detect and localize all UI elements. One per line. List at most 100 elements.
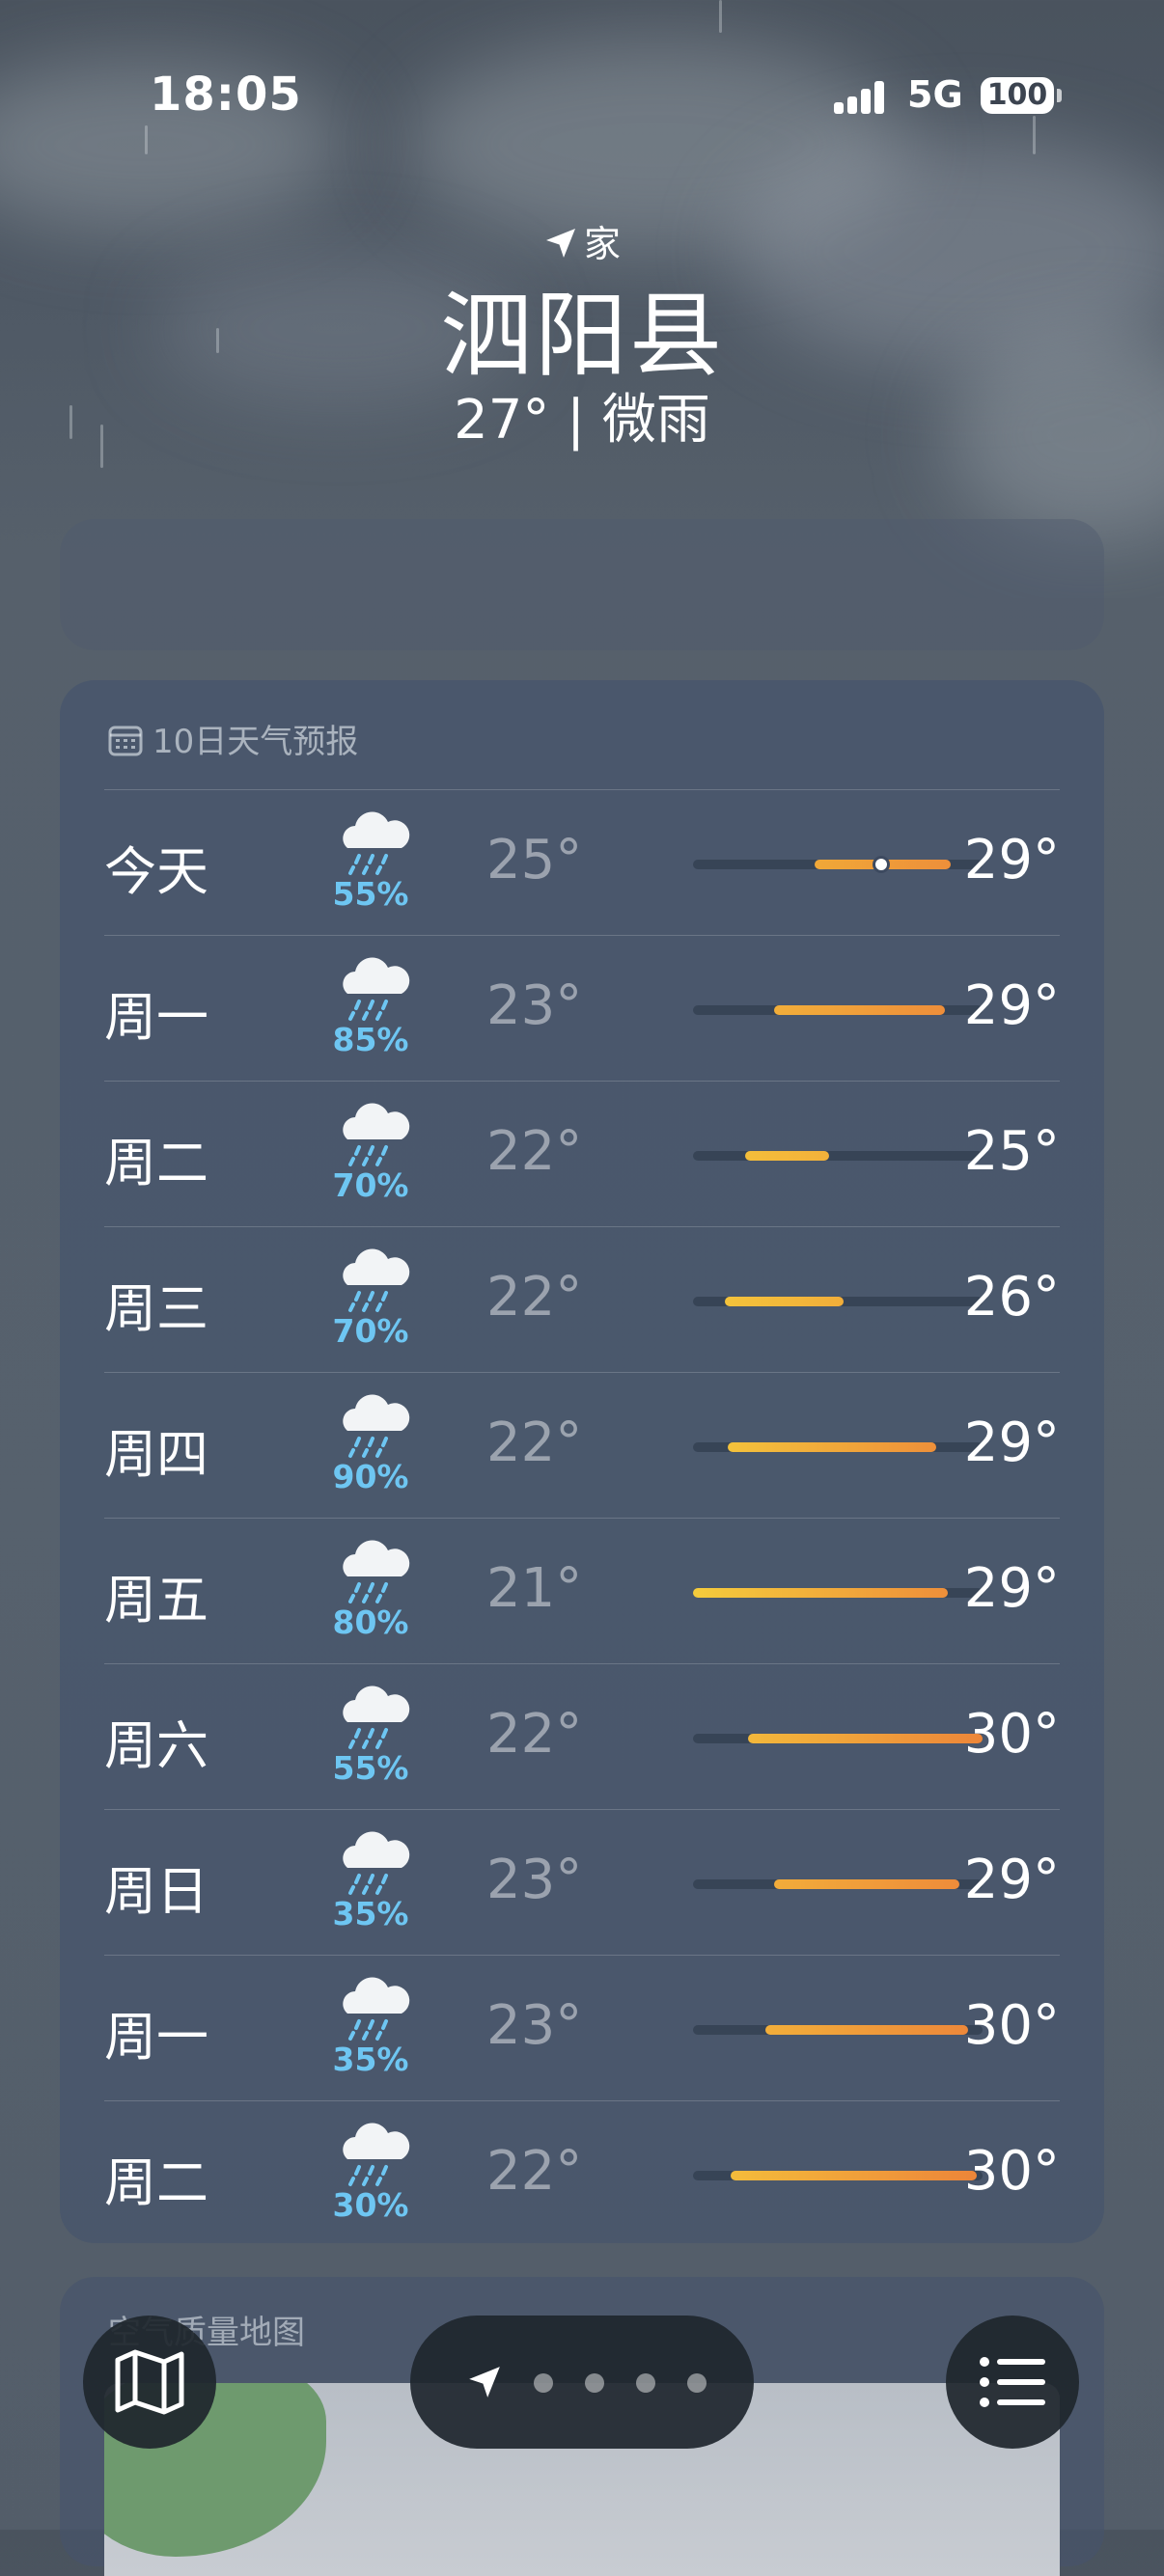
precip-chance: 80%: [332, 1603, 409, 1641]
temp-range-bar: [693, 1588, 948, 1598]
forecast-row[interactable]: 周日 35% 23° 29°: [104, 1809, 1060, 1956]
temp-range-track: [693, 2171, 983, 2180]
forecast-day: 周六: [104, 1715, 208, 1776]
precip-chance: 55%: [332, 1749, 409, 1787]
low-temp: 23°: [486, 1849, 583, 1911]
temp-range-track: [693, 856, 983, 873]
list-icon: [980, 2357, 1045, 2407]
page-dot[interactable]: [636, 2373, 655, 2393]
forecast-day: 周五: [104, 1570, 208, 1631]
network-type: 5G: [907, 73, 963, 116]
battery-tip: [1057, 89, 1062, 102]
location-label: 家: [583, 223, 621, 265]
precip-chance: 70%: [332, 1166, 409, 1204]
page-dot[interactable]: [585, 2373, 604, 2393]
high-temp: 30°: [963, 1994, 1060, 2057]
low-temp: 22°: [486, 1703, 583, 1766]
low-temp: 23°: [486, 974, 583, 1037]
temp-range-track: [693, 1005, 983, 1015]
current-conditions: 27° | 微雨: [454, 389, 710, 452]
city-name: 泗阳县: [440, 282, 724, 390]
forecast-day: 周二: [104, 2152, 208, 2213]
high-temp: 25°: [963, 1120, 1060, 1183]
rain-cloud-icon: [334, 1538, 411, 1605]
low-temp: 22°: [486, 1266, 583, 1329]
map-icon: [115, 2349, 184, 2415]
temp-range-track: [693, 2025, 983, 2035]
low-temp: 22°: [486, 2140, 583, 2203]
rain-cloud-icon: [334, 955, 411, 1023]
forecast-row[interactable]: 周一 35% 23° 30°: [104, 1955, 1060, 2101]
low-temp: 22°: [486, 1120, 583, 1183]
precip-chance: 70%: [332, 1312, 409, 1350]
high-temp: 29°: [963, 829, 1060, 891]
battery-icon: 100: [981, 77, 1054, 114]
rain-cloud-icon: [334, 809, 411, 877]
rain-cloud-icon: [334, 1975, 411, 2042]
ten-day-forecast-card[interactable]: 10日天气预报 今天 55% 25° 29° 周一 85% 23° 29° 周二 70% 22° 25…: [60, 680, 1104, 2243]
high-temp: 30°: [963, 1703, 1060, 1766]
status-time: 18:05: [150, 68, 302, 122]
status-bar: 18:05 5G 100: [0, 68, 1164, 125]
temp-range-bar: [725, 1297, 844, 1306]
calendar-icon: [108, 726, 143, 756]
precip-chance: 35%: [332, 2041, 409, 2078]
forecast-row[interactable]: 周六 55% 22° 30°: [104, 1663, 1060, 1810]
temp-range-bar: [745, 1151, 829, 1161]
high-temp: 26°: [963, 1266, 1060, 1329]
precip-chance: 35%: [332, 1895, 409, 1932]
precip-chance: 30%: [332, 2186, 409, 2224]
battery-level: 100: [986, 78, 1048, 112]
cellular-signal-icon: [834, 81, 886, 114]
temp-range-track: [693, 1879, 983, 1889]
rain-cloud-icon: [334, 1101, 411, 1168]
precip-chance: 55%: [332, 875, 409, 913]
forecast-row[interactable]: 周一 85% 23° 29°: [104, 935, 1060, 1082]
high-temp: 29°: [963, 1557, 1060, 1620]
temp-range-bar: [728, 1442, 936, 1452]
map-button[interactable]: [83, 2316, 216, 2449]
precip-chance: 90%: [332, 1458, 409, 1495]
rain-cloud-icon: [334, 1684, 411, 1751]
rain-cloud-icon: [334, 1392, 411, 1460]
summary-card: [60, 519, 1104, 650]
forecast-row[interactable]: 周三 70% 22° 26°: [104, 1226, 1060, 1373]
location-row: 家: [0, 214, 1164, 267]
rain-cloud-icon: [334, 1247, 411, 1314]
list-button[interactable]: [946, 2316, 1079, 2449]
high-temp: 29°: [963, 974, 1060, 1037]
precip-chance: 85%: [332, 1021, 409, 1058]
location-arrow-icon: [469, 2367, 500, 2398]
forecast-row[interactable]: 今天 55% 25° 29°: [104, 789, 1060, 936]
temp-range-track: [693, 1588, 983, 1598]
temp-range-bar: [748, 1734, 983, 1743]
page-indicator[interactable]: [410, 2316, 754, 2449]
temp-range-bar: [731, 2171, 977, 2180]
forecast-day: 周一: [104, 987, 208, 1048]
high-temp: 29°: [963, 1849, 1060, 1911]
temp-range-bar: [774, 1005, 945, 1015]
forecast-day: 周日: [104, 1861, 208, 1922]
temp-range-track: [693, 1297, 983, 1306]
forecast-day: 周二: [104, 1133, 208, 1193]
forecast-row[interactable]: 周四 90% 22° 29°: [104, 1372, 1060, 1519]
low-temp: 25°: [486, 829, 583, 891]
high-temp: 29°: [963, 1411, 1060, 1474]
low-temp: 22°: [486, 1411, 583, 1474]
low-temp: 23°: [486, 1994, 583, 2057]
forecast-day: 今天: [104, 841, 208, 902]
page-dot[interactable]: [534, 2373, 553, 2393]
forecast-day: 周一: [104, 2007, 208, 2068]
current-temp-marker: [873, 856, 890, 873]
temp-range-track: [693, 1442, 983, 1452]
rain-cloud-icon: [334, 1829, 411, 1897]
location-arrow-icon: [545, 229, 575, 258]
forecast-header: 10日天气预报: [108, 715, 358, 762]
low-temp: 21°: [486, 1557, 583, 1620]
forecast-row[interactable]: 周五 80% 21° 29°: [104, 1518, 1060, 1664]
forecast-row[interactable]: 周二 30% 22° 30°: [104, 2100, 1060, 2247]
page-dot[interactable]: [687, 2373, 707, 2393]
rain-cloud-icon: [334, 2121, 411, 2188]
temp-range-bar: [774, 1879, 959, 1889]
forecast-row[interactable]: 周二 70% 22° 25°: [104, 1081, 1060, 1227]
